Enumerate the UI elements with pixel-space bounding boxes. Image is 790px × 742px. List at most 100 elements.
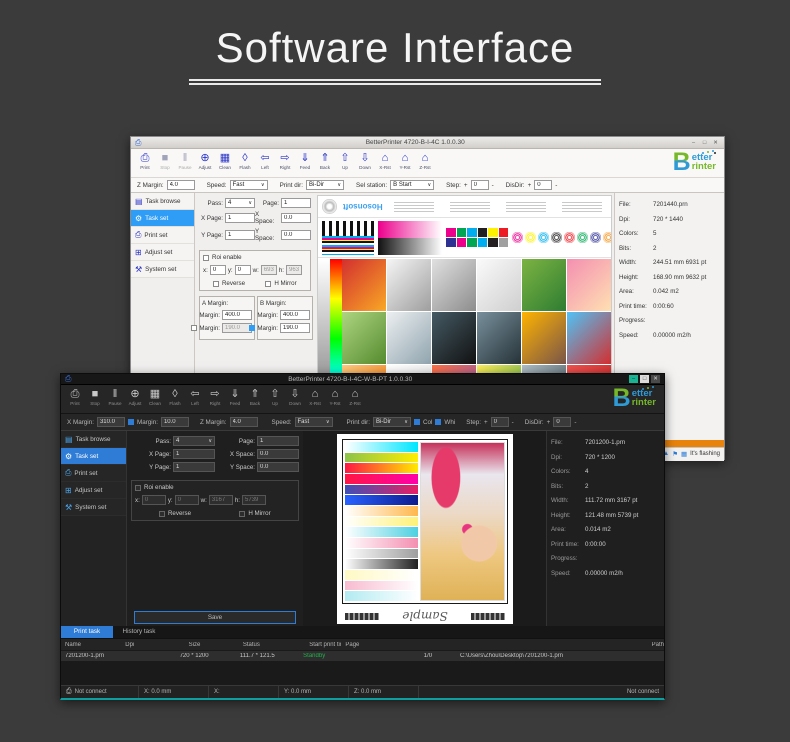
- roi-enable-checkbox[interactable]: [203, 255, 209, 261]
- toolbar-button[interactable]: ⇑ Back: [245, 388, 265, 406]
- z-margin-input[interactable]: [230, 417, 258, 427]
- speed-select[interactable]: Fast∨: [295, 417, 333, 427]
- close-button[interactable]: ✕: [651, 375, 660, 383]
- front-print-preview[interactable]: Sample: [303, 431, 546, 629]
- sidebar-item[interactable]: ⊞ Adjust set: [131, 244, 194, 261]
- step-minus-button[interactable]: -: [512, 419, 514, 426]
- toolbar-button[interactable]: ⌂ Y-Rst: [395, 152, 415, 170]
- toolbar-button[interactable]: ⌂ X-Rst: [305, 388, 325, 406]
- back-titlebar[interactable]: ⎙ BetterPrinter 4720-B-I-4C 1.0.0.30 – □…: [131, 137, 724, 149]
- toolbar-button[interactable]: ▦ Clean: [145, 388, 165, 406]
- toolbar-button[interactable]: ⌂ X-Rst: [375, 152, 395, 170]
- printdir-select[interactable]: Bi-Dir∨: [373, 417, 411, 427]
- roi-y-input[interactable]: [235, 265, 251, 275]
- selstation-select[interactable]: B Start∨: [390, 180, 434, 190]
- page-input[interactable]: [281, 198, 311, 208]
- a-margin2-input[interactable]: [222, 323, 252, 333]
- b-margin2-input[interactable]: [280, 323, 310, 333]
- toolbar-button[interactable]: ⇓ Feed: [225, 388, 245, 406]
- margin-checkbox[interactable]: [128, 419, 134, 425]
- close-button[interactable]: ✕: [711, 139, 720, 147]
- disdir-input[interactable]: [534, 180, 552, 190]
- xspace-input[interactable]: [281, 213, 311, 223]
- step-plus-button[interactable]: +: [484, 419, 488, 426]
- yspace-input[interactable]: [281, 230, 311, 240]
- disdir-minus-button[interactable]: -: [555, 182, 557, 189]
- toolbar-button[interactable]: ⇦ Left: [185, 388, 205, 406]
- sidebar-item[interactable]: ⚒ System set: [131, 261, 194, 278]
- yspace-input[interactable]: [257, 462, 299, 472]
- sidebar-item[interactable]: ⚒ System set: [61, 499, 126, 516]
- disdir-minus-button[interactable]: -: [574, 419, 576, 426]
- step-input[interactable]: [491, 417, 509, 427]
- toolbar-button[interactable]: ◊ Flash: [235, 152, 255, 170]
- task-table-row[interactable]: 7201200-1.prn 720 * 1200 111.7 * 121.5 S…: [61, 650, 664, 661]
- sidebar-item[interactable]: ▤ Task browse: [131, 193, 194, 210]
- roi-h-input[interactable]: [286, 265, 302, 275]
- roi-enable-checkbox[interactable]: [135, 485, 141, 491]
- sidebar-item[interactable]: ⎙ Print set: [131, 227, 194, 244]
- toolbar-button[interactable]: ⇨ Right: [275, 152, 295, 170]
- minimize-button[interactable]: –: [689, 139, 698, 147]
- toolbar-button[interactable]: ⇓ Feed: [295, 152, 315, 170]
- toolbar-button[interactable]: ⇧ Up: [335, 152, 355, 170]
- toolbar-button[interactable]: ‖ Pause: [175, 152, 195, 170]
- toolbar-button[interactable]: ⇩ Down: [355, 152, 375, 170]
- toolbar-button[interactable]: ■ Stop: [155, 152, 175, 170]
- sidebar-item[interactable]: ⊞ Adjust set: [61, 482, 126, 499]
- col-checkbox[interactable]: [414, 419, 420, 425]
- toolbar-button[interactable]: ▦ Clean: [215, 152, 235, 170]
- task-tab[interactable]: Print task: [61, 626, 113, 638]
- whi-checkbox[interactable]: [435, 419, 441, 425]
- xpage-input[interactable]: [173, 449, 215, 459]
- a-margin1-input[interactable]: [222, 310, 252, 320]
- disdir-plus-button[interactable]: +: [547, 419, 551, 426]
- toolbar-button[interactable]: ⇨ Right: [205, 388, 225, 406]
- minimize-button[interactable]: –: [629, 375, 638, 383]
- toolbar-button[interactable]: ■ Stop: [85, 388, 105, 406]
- save-button[interactable]: Save: [134, 611, 295, 624]
- hmirror-checkbox[interactable]: [239, 511, 245, 517]
- a-margin2-checkbox[interactable]: [191, 325, 197, 331]
- hmirror-checkbox[interactable]: [265, 281, 271, 287]
- roi-y-input[interactable]: [175, 495, 199, 505]
- reverse-checkbox[interactable]: [213, 281, 219, 287]
- toolbar-button[interactable]: ⇩ Down: [285, 388, 305, 406]
- ypage-input[interactable]: [225, 230, 255, 240]
- sidebar-item[interactable]: ⚙ Task set: [131, 210, 194, 227]
- sidebar-item[interactable]: ⎙ Print set: [61, 465, 126, 482]
- pass-select[interactable]: 4∨: [173, 436, 215, 446]
- step-minus-button[interactable]: -: [492, 182, 494, 189]
- pass-select[interactable]: 4∨: [225, 198, 255, 208]
- toolbar-button[interactable]: ⊕ Adjust: [195, 152, 215, 170]
- toolbar-button[interactable]: ⎙ Print: [135, 152, 155, 170]
- disdir-input[interactable]: [553, 417, 571, 427]
- maximize-button[interactable]: □: [700, 139, 709, 147]
- toolbar-button[interactable]: ⌂ Y-Rst: [325, 388, 345, 406]
- toolbar-button[interactable]: ‖ Pause: [105, 388, 125, 406]
- roi-w-input[interactable]: [261, 265, 277, 275]
- toolbar-button[interactable]: ◊ Flash: [165, 388, 185, 406]
- xspace-input[interactable]: [257, 449, 299, 459]
- b-margin2-checkbox[interactable]: [249, 325, 255, 331]
- b-margin1-input[interactable]: [280, 310, 310, 320]
- roi-w-input[interactable]: [209, 495, 233, 505]
- sidebar-item[interactable]: ▤ Task browse: [61, 431, 126, 448]
- page-input[interactable]: [257, 436, 299, 446]
- front-titlebar[interactable]: ⎙ BetterPrinter 4720-B-I-4C-W-B-PT 1.0.0…: [61, 374, 664, 385]
- toolbar-button[interactable]: ⊕ Adjust: [125, 388, 145, 406]
- z-margin-input[interactable]: [167, 180, 195, 190]
- toolbar-button[interactable]: ⇧ Up: [265, 388, 285, 406]
- reverse-checkbox[interactable]: [159, 511, 165, 517]
- printdir-select[interactable]: Bi-Dir∨: [306, 180, 344, 190]
- toolbar-button[interactable]: ⌂ Z-Rst: [415, 152, 435, 170]
- roi-h-input[interactable]: [242, 495, 266, 505]
- roi-x-input[interactable]: [142, 495, 166, 505]
- toolbar-button[interactable]: ⇦ Left: [255, 152, 275, 170]
- step-input[interactable]: [471, 180, 489, 190]
- toolbar-button[interactable]: ⇑ Back: [315, 152, 335, 170]
- xpage-input[interactable]: [225, 213, 255, 223]
- roi-x-input[interactable]: [210, 265, 226, 275]
- toolbar-button[interactable]: ⎙ Print: [65, 388, 85, 406]
- toolbar-button[interactable]: ⌂ Z-Rst: [345, 388, 365, 406]
